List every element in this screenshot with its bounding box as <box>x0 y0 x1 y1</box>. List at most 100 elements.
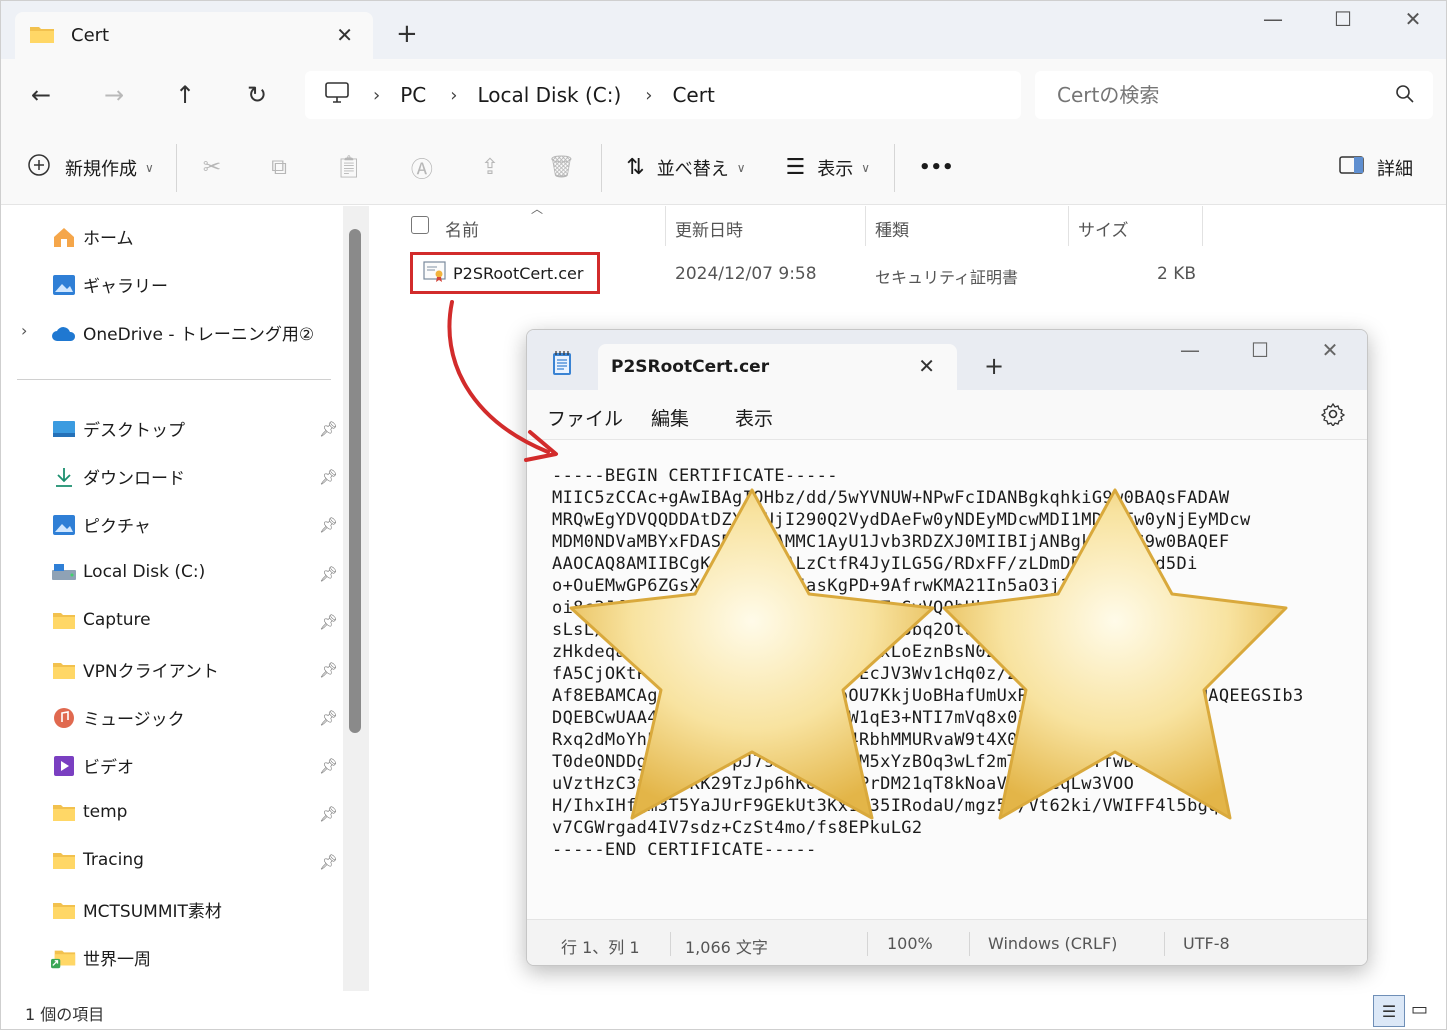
new-item-label: 新規作成 <box>65 158 137 180</box>
gallery-icon <box>51 274 77 296</box>
sidebar-item-onedrive[interactable]: OneDrive - トレーニング用② <box>51 320 314 345</box>
pin-icon[interactable]: 📌︎ <box>319 805 338 823</box>
sidebar-item-mctsummit[interactable]: MCTSUMMIT素材 <box>51 897 222 922</box>
breadcrumb-local-disk[interactable]: Local Disk (C:) <box>477 83 621 107</box>
column-divider[interactable] <box>665 206 666 246</box>
close-window-icon[interactable]: ✕ <box>1315 338 1345 362</box>
sidebar-item-world-trip[interactable]: 世界一周 <box>51 945 151 970</box>
view-label: 表示 <box>817 158 854 180</box>
column-divider[interactable] <box>1202 206 1203 246</box>
paste-icon[interactable]: 📋︎ <box>335 155 363 180</box>
up-arrow-icon[interactable]: ↑ <box>175 81 195 109</box>
breadcrumb-cert[interactable]: Cert <box>672 83 714 107</box>
select-all-checkbox[interactable] <box>411 216 429 234</box>
search-icon[interactable] <box>1395 84 1415 108</box>
window-controls: — ☐ ✕ <box>1175 338 1345 362</box>
menu-view[interactable]: 表示 <box>735 404 773 431</box>
minimize-icon[interactable]: — <box>1258 7 1288 31</box>
cut-icon[interactable]: ✂ <box>203 155 221 180</box>
new-tab-button[interactable]: + <box>396 19 418 49</box>
sidebar-item-desktop[interactable]: デスクトップ <box>51 416 185 441</box>
large-icons-view-icon[interactable]: ▭ <box>1411 999 1428 1020</box>
text-editor[interactable]: -----BEGIN CERTIFICATE----- MIIC5zCCAc+g… <box>527 441 1367 919</box>
notepad-menubar: ファイル 編集 表示 <box>527 390 1367 440</box>
line-ending[interactable]: Windows (CRLF) <box>988 934 1117 953</box>
pin-icon[interactable]: 📌︎ <box>319 853 338 871</box>
close-tab-icon[interactable]: ✕ <box>336 23 353 47</box>
menu-edit[interactable]: 編集 <box>651 404 689 431</box>
folder-icon <box>51 849 77 871</box>
share-icon[interactable]: ⇪ <box>481 155 499 180</box>
chevron-right-icon: › <box>373 84 381 106</box>
view-button[interactable]: ☰ 表示 ∨ <box>786 155 871 181</box>
sidebar-item-capture[interactable]: Capture <box>51 609 151 631</box>
cursor-position[interactable]: 行 1、列 1 <box>561 934 640 958</box>
column-divider[interactable] <box>1068 206 1069 246</box>
column-header-size[interactable]: サイズ <box>1078 216 1129 241</box>
forward-arrow-icon[interactable]: → <box>104 81 124 109</box>
column-header-type[interactable]: 種類 <box>875 216 909 241</box>
pin-icon[interactable]: 📌︎ <box>319 709 338 727</box>
navigation-pane: ホーム ギャラリー › OneDrive - トレーニング用② デスクトップ 📌… <box>1 206 363 991</box>
sort-ascending-icon: ︿ <box>531 202 544 216</box>
pin-icon[interactable]: 📌︎ <box>319 565 338 583</box>
sidebar-item-videos[interactable]: ビデオ <box>51 753 134 778</box>
sidebar-item-home[interactable]: ホーム <box>51 224 134 249</box>
notepad-tab-label: P2SRootCert.cer <box>611 357 770 377</box>
close-window-icon[interactable]: ✕ <box>1398 7 1428 31</box>
pin-icon[interactable]: 📌︎ <box>319 757 338 775</box>
new-tab-button[interactable]: + <box>984 352 1004 380</box>
refresh-icon[interactable]: ↻ <box>247 81 267 109</box>
chevron-down-icon: ∨ <box>145 160 154 175</box>
sidebar-scrollbar-thumb[interactable] <box>349 229 361 733</box>
notepad-tab-cert[interactable]: P2SRootCert.cer ✕ <box>598 344 957 390</box>
sidebar-item-vpn-client[interactable]: VPNクライアント <box>51 657 219 682</box>
settings-gear-icon[interactable] <box>1320 402 1346 430</box>
sidebar-item-pictures[interactable]: ピクチャ <box>51 512 151 537</box>
sidebar-item-label: ビデオ <box>83 758 134 778</box>
sort-label: 並べ替え <box>656 158 729 180</box>
explorer-tab-cert[interactable]: Cert ✕ <box>15 12 373 59</box>
rename-icon[interactable]: Ⓐ <box>411 152 433 184</box>
pin-icon[interactable]: 📌︎ <box>319 420 338 438</box>
address-bar[interactable]: › PC › Local Disk (C:) › Cert <box>305 71 1021 119</box>
sidebar-item-temp[interactable]: temp <box>51 801 127 823</box>
minimize-icon[interactable]: — <box>1175 338 1205 362</box>
sidebar-divider <box>17 379 331 380</box>
sidebar-item-downloads[interactable]: ダウンロード <box>51 464 185 489</box>
sidebar-item-local-disk[interactable]: Local Disk (C:) <box>51 561 205 583</box>
pin-icon[interactable]: 📌︎ <box>319 661 338 679</box>
copy-icon[interactable]: ⧉ <box>271 155 287 180</box>
music-icon <box>51 707 77 729</box>
column-header-modified[interactable]: 更新日時 <box>675 216 743 241</box>
new-item-button[interactable]: 新規作成 ∨ <box>27 153 154 182</box>
sort-button[interactable]: ⇅ 並べ替え ∨ <box>626 155 745 181</box>
delete-icon[interactable]: 🗑︎ <box>547 155 575 180</box>
breadcrumb-pc[interactable]: PC <box>400 83 426 107</box>
sidebar-item-label: MCTSUMMIT素材 <box>83 902 222 922</box>
menu-file[interactable]: ファイル <box>547 404 623 431</box>
details-view-icon[interactable]: ☰ <box>1373 995 1405 1027</box>
close-tab-icon[interactable]: ✕ <box>918 354 935 378</box>
sidebar-item-music[interactable]: ミュージック <box>51 705 185 730</box>
column-divider[interactable] <box>865 206 866 246</box>
maximize-icon[interactable]: ☐ <box>1328 7 1358 31</box>
sidebar-item-gallery[interactable]: ギャラリー <box>51 272 168 297</box>
sidebar-item-tracing[interactable]: Tracing <box>51 849 144 871</box>
more-options-button[interactable]: ••• <box>919 157 954 178</box>
pin-icon[interactable]: 📌︎ <box>319 613 338 631</box>
file-row-highlight[interactable]: P2SRootCert.cer <box>410 252 600 294</box>
pin-icon[interactable]: 📌︎ <box>319 516 338 534</box>
details-pane-button[interactable]: 詳細 <box>1339 155 1413 181</box>
encoding[interactable]: UTF-8 <box>1183 934 1230 953</box>
column-header-name[interactable]: 名前 <box>445 216 479 241</box>
search-input[interactable] <box>1057 83 1377 107</box>
back-arrow-icon[interactable]: ← <box>31 81 51 109</box>
maximize-icon[interactable]: ☐ <box>1245 338 1275 362</box>
file-type: セキュリティ証明書 <box>875 268 1019 287</box>
zoom-level[interactable]: 100% <box>887 934 933 953</box>
chevron-right-icon: › <box>645 84 653 106</box>
pin-icon[interactable]: 📌︎ <box>319 468 338 486</box>
folder-icon <box>51 899 77 921</box>
chevron-right-icon[interactable]: › <box>21 321 27 340</box>
